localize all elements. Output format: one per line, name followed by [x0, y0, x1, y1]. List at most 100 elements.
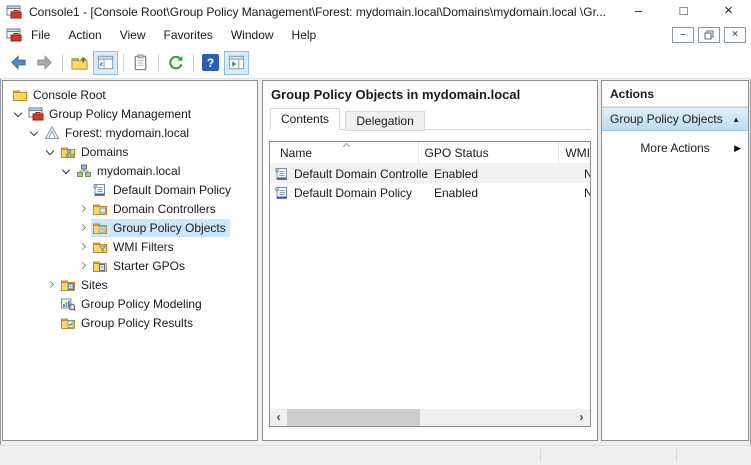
menu-bar: File Action View Favorites Window Help –…: [0, 23, 751, 47]
selected-tree-item[interactable]: Group Policy Objects: [91, 219, 230, 237]
chevron-placeholder: [43, 315, 59, 331]
gpo-scroll-icon: [92, 182, 108, 198]
chevron-expanded-icon[interactable]: [11, 106, 27, 122]
tree-item-wmi-filters[interactable]: WMI Filters: [3, 237, 257, 256]
refresh-button[interactable]: [163, 51, 188, 75]
tab-strip: Contents Delegation: [269, 108, 591, 130]
action-pane-icon: [227, 53, 246, 72]
tree-item-group-policy-modeling[interactable]: Group Policy Modeling: [3, 294, 257, 313]
console-tree-icon: [96, 53, 115, 72]
scrollbar-thumb[interactable]: [287, 409, 420, 426]
menu-window[interactable]: Window: [222, 25, 283, 45]
forest-icon: [44, 125, 60, 141]
chevron-expanded-icon[interactable]: [27, 125, 43, 141]
mdi-restore-button[interactable]: [698, 27, 720, 43]
tree-item-domain-controllers[interactable]: Domain Controllers: [3, 199, 257, 218]
column-header-name[interactable]: Name: [270, 142, 419, 163]
help-icon: ?: [202, 54, 219, 71]
tree-item-starter-gpos[interactable]: Starter GPOs: [3, 256, 257, 275]
gpo-scroll-icon: [274, 185, 290, 201]
close-button[interactable]: ×: [706, 0, 751, 23]
tree-item-group-policy-management[interactable]: Group Policy Management: [3, 104, 257, 123]
tree-item-console-root[interactable]: Console Root: [3, 85, 257, 104]
clipboard-icon: [131, 53, 150, 72]
chevron-placeholder: [43, 296, 59, 312]
gpo-list: Name GPO Status WMI Default Domain Contr…: [269, 141, 591, 427]
gpo-scroll-icon: [274, 166, 290, 182]
help-button[interactable]: ?: [198, 51, 223, 75]
tree-item-sites[interactable]: Sites: [3, 275, 257, 294]
mdi-child-icon: [6, 27, 22, 43]
status-divider: [540, 449, 541, 462]
horizontal-scrollbar[interactable]: ‹ ›: [270, 409, 590, 426]
refresh-icon: [166, 53, 185, 72]
chevron-expanded-icon[interactable]: [43, 144, 59, 160]
table-row[interactable]: Default Domain Controller... Enabled Non…: [270, 164, 590, 183]
wmi-folder-icon: [92, 239, 108, 255]
tree-item-group-policy-objects[interactable]: Group Policy Objects: [3, 218, 257, 237]
chevron-collapsed-icon[interactable]: [75, 239, 91, 255]
list-header: Name GPO Status WMI: [270, 142, 590, 164]
column-header-wmi[interactable]: WMI: [559, 142, 590, 163]
menu-action[interactable]: Action: [59, 25, 110, 45]
tab-delegation[interactable]: Delegation: [345, 111, 424, 131]
gpo-folder-icon: [92, 220, 108, 236]
clipboard-button[interactable]: [128, 51, 153, 75]
forward-button[interactable]: [32, 51, 57, 75]
mdi-minimize-button[interactable]: –: [672, 27, 694, 43]
menu-view[interactable]: View: [111, 25, 155, 45]
sort-ascending-icon: [343, 143, 350, 150]
results-pane: Group Policy Objects in mydomain.local C…: [262, 80, 598, 441]
table-row[interactable]: Default Domain Policy Enabled None: [270, 183, 590, 202]
chevron-collapsed-icon[interactable]: [75, 220, 91, 236]
folder-icon: [12, 87, 28, 103]
collapse-caret-icon[interactable]: ▲: [732, 115, 740, 124]
actions-pane: Actions Group Policy Objects ▲ More Acti…: [601, 80, 749, 441]
tree-item-group-policy-results[interactable]: Group Policy Results: [3, 313, 257, 332]
toolbar-separator: [158, 54, 159, 72]
chevron-placeholder: [75, 182, 91, 198]
tree-item-mydomain-local[interactable]: mydomain.local: [3, 161, 257, 180]
menu-help[interactable]: Help: [283, 25, 326, 45]
starter-folder-icon: [92, 258, 108, 274]
page-title: Group Policy Objects in mydomain.local: [263, 81, 597, 103]
status-divider: [676, 449, 677, 462]
chevron-collapsed-icon[interactable]: [75, 201, 91, 217]
forward-icon: [35, 53, 54, 72]
menu-favorites[interactable]: Favorites: [155, 25, 222, 45]
back-button[interactable]: [6, 51, 31, 75]
show-action-pane-button[interactable]: [224, 51, 249, 75]
scroll-right-arrow-icon[interactable]: ›: [573, 409, 590, 426]
tree-item-forest[interactable]: Forest: mydomain.local: [3, 123, 257, 142]
show-console-tree-button[interactable]: [93, 51, 118, 75]
console-app-icon: [6, 4, 22, 20]
minimize-button[interactable]: –: [616, 0, 661, 23]
chevron-expanded-icon[interactable]: [59, 163, 75, 179]
column-header-gpo-status[interactable]: GPO Status: [419, 142, 560, 163]
folder-up-icon: [70, 53, 89, 72]
actions-group-header[interactable]: Group Policy Objects ▲: [602, 107, 748, 131]
more-actions-item[interactable]: More Actions ▶: [602, 136, 748, 160]
console-tree-pane: Console Root Group Policy Management For…: [2, 80, 258, 441]
submenu-arrow-icon: ▶: [734, 143, 741, 154]
gpmc-console-icon: [28, 106, 44, 122]
tree-item-domains[interactable]: Domains: [3, 142, 257, 161]
chevron-collapsed-icon[interactable]: [43, 277, 59, 293]
up-one-level-button[interactable]: [67, 51, 92, 75]
menu-file[interactable]: File: [22, 25, 59, 45]
ou-folder-icon: [92, 201, 108, 217]
tree-item-default-domain-policy[interactable]: Default Domain Policy: [3, 180, 257, 199]
scroll-left-arrow-icon[interactable]: ‹: [270, 409, 287, 426]
maximize-button[interactable]: □: [661, 0, 706, 23]
window-title: Console1 - [Console Root\Group Policy Ma…: [29, 5, 616, 19]
title-bar: Console1 - [Console Root\Group Policy Ma…: [0, 0, 751, 23]
toolbar: ?: [0, 47, 751, 79]
sites-folder-icon: [60, 277, 76, 293]
chevron-collapsed-icon[interactable]: [75, 258, 91, 274]
status-bar: [0, 445, 751, 465]
mdi-close-button[interactable]: ×: [724, 27, 746, 43]
tab-contents[interactable]: Contents: [270, 108, 340, 130]
toolbar-separator: [123, 54, 124, 72]
back-icon: [9, 53, 28, 72]
results-icon: [60, 315, 76, 331]
